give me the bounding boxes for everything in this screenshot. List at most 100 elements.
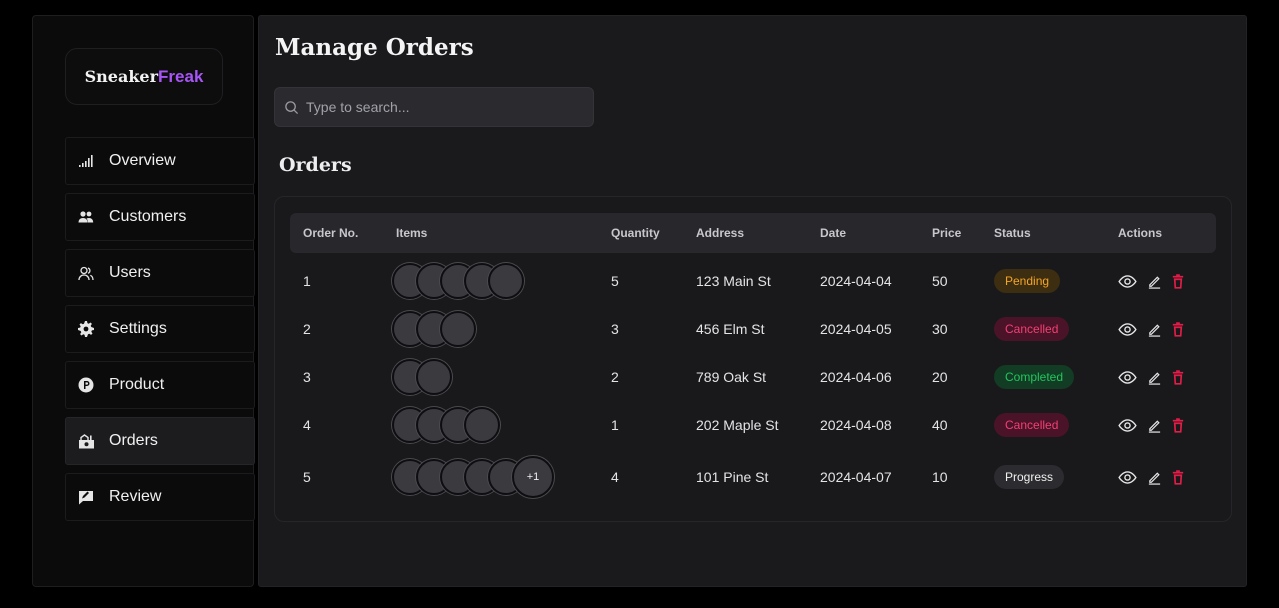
- col-address: Address: [696, 226, 745, 240]
- sidebar-item-orders[interactable]: Orders: [65, 417, 255, 465]
- item-avatar-group: [392, 311, 476, 347]
- order-date: 2024-04-04: [820, 273, 892, 289]
- order-price: 40: [932, 417, 948, 433]
- brand-name-part2: Freak: [158, 66, 204, 86]
- col-date: Date: [820, 226, 847, 240]
- delete-icon[interactable]: [1172, 273, 1184, 289]
- order-date: 2024-04-07: [820, 469, 892, 485]
- sidebar-item-label: Overview: [109, 152, 176, 169]
- order-items: [392, 353, 452, 401]
- order-status: Cancelled: [994, 305, 1070, 353]
- search-box[interactable]: [274, 87, 594, 127]
- view-icon[interactable]: [1118, 370, 1137, 384]
- sidebar-item-customers[interactable]: Customers: [65, 193, 255, 241]
- view-icon[interactable]: [1118, 470, 1137, 484]
- order-actions: [1118, 305, 1184, 353]
- order-address: 456 Elm St: [696, 321, 765, 337]
- order-actions: [1118, 453, 1184, 501]
- item-avatar-group: [392, 263, 524, 299]
- sidebar-item-settings[interactable]: Settings: [65, 305, 255, 353]
- sidebar-item-label: Orders: [109, 432, 158, 449]
- delete-icon[interactable]: [1172, 321, 1184, 337]
- order-items: [392, 257, 524, 305]
- col-order-no: Order No.: [303, 226, 359, 240]
- col-quantity: Quantity: [611, 226, 660, 240]
- main-panel: Manage Orders Orders Order No. Items Qua…: [258, 15, 1247, 587]
- order-status: Pending: [994, 257, 1061, 305]
- search-input[interactable]: [306, 99, 586, 115]
- customers-icon: [77, 208, 95, 226]
- order-quantity: 4: [611, 469, 619, 485]
- edit-icon[interactable]: [1147, 322, 1162, 337]
- order-price: 30: [932, 321, 948, 337]
- delete-icon[interactable]: [1172, 369, 1184, 385]
- order-date: 2024-04-08: [820, 417, 892, 433]
- table-header: Order No. Items Quantity Address Date Pr…: [290, 213, 1216, 253]
- order-date: 2024-04-05: [820, 321, 892, 337]
- table-row: 2 3 456 Elm St 2024-04-05 30 Cancelled: [290, 305, 1216, 353]
- col-actions: Actions: [1118, 226, 1163, 240]
- edit-icon[interactable]: [1147, 370, 1162, 385]
- delete-icon[interactable]: [1172, 469, 1184, 485]
- status-badge: Progress: [994, 465, 1065, 489]
- order-quantity: 2: [611, 369, 619, 385]
- order-actions: [1118, 401, 1184, 449]
- orders-table: Order No. Items Quantity Address Date Pr…: [274, 196, 1232, 522]
- brand-logo[interactable]: Sneaker Freak: [65, 48, 223, 105]
- gear-icon: [77, 320, 95, 338]
- order-number: 5: [303, 469, 311, 485]
- page-title: Manage Orders: [275, 34, 474, 61]
- item-avatar-group: [392, 407, 500, 443]
- order-price: 10: [932, 469, 948, 485]
- status-badge: Cancelled: [994, 413, 1070, 437]
- delete-icon[interactable]: [1172, 417, 1184, 433]
- order-quantity: 3: [611, 321, 619, 337]
- sidebar-nav: Overview Customers Users Settings Product Ord…: [65, 137, 255, 529]
- table-row: 1 5 123 Main St 2024-04-04 50 Pending: [290, 257, 1216, 305]
- order-number: 4: [303, 417, 311, 433]
- order-address: 101 Pine St: [696, 469, 769, 485]
- sidebar-item-label: Users: [109, 264, 151, 281]
- sidebar: Sneaker Freak Overview Customers Users Setti…: [32, 15, 255, 587]
- order-items: [392, 401, 500, 449]
- order-status: Cancelled: [994, 401, 1070, 449]
- view-icon[interactable]: [1118, 322, 1137, 336]
- order-items: +1: [392, 453, 554, 501]
- table-row: 5 +1 4 101 Pine St 2024-04-07 10 Progress: [290, 453, 1216, 501]
- order-actions: [1118, 353, 1184, 401]
- sidebar-item-label: Product: [109, 376, 165, 393]
- sidebar-item-review[interactable]: Review: [65, 473, 255, 521]
- sidebar-item-product[interactable]: Product: [65, 361, 255, 409]
- edit-icon[interactable]: [1147, 274, 1162, 289]
- order-actions: [1118, 257, 1184, 305]
- product-icon: [77, 376, 95, 394]
- table-row: 3 2 789 Oak St 2024-04-06 20 Completed: [290, 353, 1216, 401]
- order-address: 123 Main St: [696, 273, 771, 289]
- order-quantity: 1: [611, 417, 619, 433]
- users-icon: [77, 264, 95, 282]
- edit-icon[interactable]: [1147, 418, 1162, 433]
- item-thumbnail[interactable]: [440, 311, 476, 347]
- order-status: Progress: [994, 453, 1065, 501]
- order-date: 2024-04-06: [820, 369, 892, 385]
- sidebar-item-overview[interactable]: Overview: [65, 137, 255, 185]
- col-price: Price: [932, 226, 962, 240]
- more-items-badge[interactable]: +1: [512, 456, 554, 498]
- status-badge: Cancelled: [994, 317, 1070, 341]
- view-icon[interactable]: [1118, 274, 1137, 288]
- sidebar-item-users[interactable]: Users: [65, 249, 255, 297]
- sidebar-item-label: Settings: [109, 320, 167, 337]
- search-icon: [285, 100, 299, 114]
- item-avatar-group: +1: [392, 456, 554, 498]
- order-number: 1: [303, 273, 311, 289]
- item-thumbnail[interactable]: [464, 407, 500, 443]
- item-thumbnail[interactable]: [488, 263, 524, 299]
- order-items: [392, 305, 476, 353]
- view-icon[interactable]: [1118, 418, 1137, 432]
- brand-name-part1: Sneaker: [84, 67, 159, 86]
- order-number: 3: [303, 369, 311, 385]
- order-price: 20: [932, 369, 948, 385]
- status-badge: Completed: [994, 365, 1075, 389]
- item-thumbnail[interactable]: [416, 359, 452, 395]
- edit-icon[interactable]: [1147, 470, 1162, 485]
